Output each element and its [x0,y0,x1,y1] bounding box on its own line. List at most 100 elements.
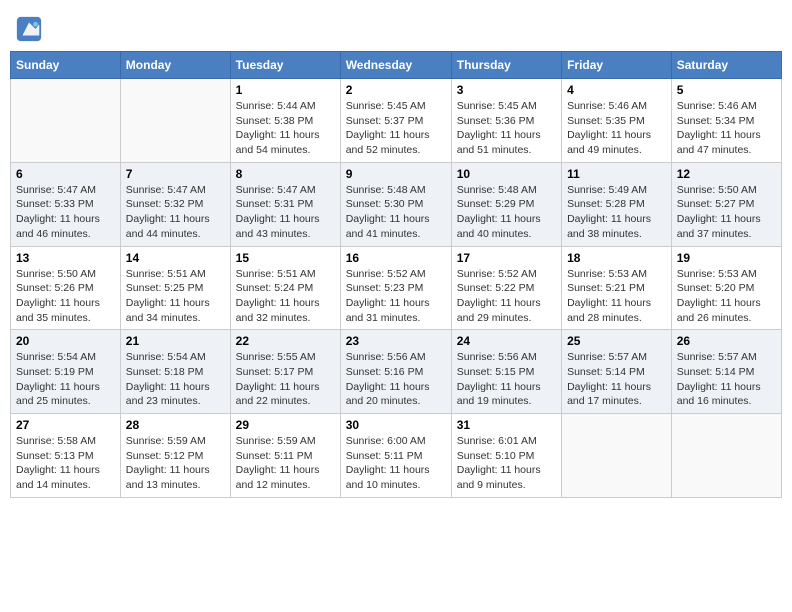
weekday-friday: Friday [562,52,672,79]
calendar-cell: 23 Sunrise: 5:56 AM Sunset: 5:16 PM Dayli… [340,330,451,414]
day-number: 21 [126,334,225,348]
weekday-sunday: Sunday [11,52,121,79]
calendar-cell: 26Sunrise: 5:57 AM Sunset: 5:14 PM Dayli… [671,330,781,414]
day-number: 13 [16,251,115,265]
calendar-table: SundayMondayTuesdayWednesdayThursdayFrid… [10,51,782,498]
calendar-cell: 19 Sunrise: 5:53 AM Sunset: 5:20 PM Dayli… [671,246,781,330]
calendar-cell: 2 Sunrise: 5:45 AM Sunset: 5:37 PM Daylig… [340,79,451,163]
day-info: Sunrise: 5:54 AM Sunset: 5:19 PM Dayligh… [16,350,115,409]
weekday-tuesday: Tuesday [230,52,340,79]
day-info: Sunrise: 5:55 AM Sunset: 5:17 PM Dayligh… [236,350,335,409]
day-number: 29 [236,418,335,432]
day-info: Sunrise: 5:50 AM Sunset: 5:27 PM Dayligh… [677,183,776,242]
calendar-cell [562,414,672,498]
day-info: Sunrise: 5:44 AM Sunset: 5:38 PM Dayligh… [236,99,335,158]
day-number: 11 [567,167,666,181]
day-number: 9 [346,167,446,181]
day-info: Sunrise: 5:52 AM Sunset: 5:23 PM Dayligh… [346,267,446,326]
day-info: Sunrise: 5:47 AM Sunset: 5:32 PM Dayligh… [126,183,225,242]
day-number: 10 [457,167,556,181]
calendar-cell: 14 Sunrise: 5:51 AM Sunset: 5:25 PM Dayli… [120,246,230,330]
calendar-cell: 6 Sunrise: 5:47 AM Sunset: 5:33 PM Daylig… [11,162,121,246]
day-number: 19 [677,251,776,265]
day-number: 2 [346,83,446,97]
week-row-1: 6 Sunrise: 5:47 AM Sunset: 5:33 PM Daylig… [11,162,782,246]
day-info: Sunrise: 6:01 AM Sunset: 5:10 PM Dayligh… [457,434,556,493]
logo-icon [15,15,43,43]
day-number: 25 [567,334,666,348]
weekday-thursday: Thursday [451,52,561,79]
week-row-3: 20Sunrise: 5:54 AM Sunset: 5:19 PM Dayli… [11,330,782,414]
week-row-2: 13 Sunrise: 5:50 AM Sunset: 5:26 PM Dayli… [11,246,782,330]
day-info: Sunrise: 5:47 AM Sunset: 5:31 PM Dayligh… [236,183,335,242]
day-info: Sunrise: 5:48 AM Sunset: 5:30 PM Dayligh… [346,183,446,242]
calendar-cell: 21 Sunrise: 5:54 AM Sunset: 5:18 PM Dayli… [120,330,230,414]
day-info: Sunrise: 5:59 AM Sunset: 5:12 PM Dayligh… [126,434,225,493]
calendar-cell: 12 Sunrise: 5:50 AM Sunset: 5:27 PM Dayli… [671,162,781,246]
day-number: 1 [236,83,335,97]
week-row-0: 1 Sunrise: 5:44 AM Sunset: 5:38 PM Daylig… [11,79,782,163]
day-number: 22 [236,334,335,348]
day-number: 8 [236,167,335,181]
calendar-cell: 18 Sunrise: 5:53 AM Sunset: 5:21 PM Dayli… [562,246,672,330]
day-info: Sunrise: 5:47 AM Sunset: 5:33 PM Dayligh… [16,183,115,242]
calendar-cell: 8 Sunrise: 5:47 AM Sunset: 5:31 PM Daylig… [230,162,340,246]
day-number: 7 [126,167,225,181]
day-number: 3 [457,83,556,97]
day-info: Sunrise: 6:00 AM Sunset: 5:11 PM Dayligh… [346,434,446,493]
calendar-cell: 16 Sunrise: 5:52 AM Sunset: 5:23 PM Dayli… [340,246,451,330]
page-header [10,10,782,43]
day-number: 17 [457,251,556,265]
day-number: 14 [126,251,225,265]
day-number: 6 [16,167,115,181]
day-number: 23 [346,334,446,348]
calendar-cell: 11 Sunrise: 5:49 AM Sunset: 5:28 PM Dayli… [562,162,672,246]
weekday-wednesday: Wednesday [340,52,451,79]
day-info: Sunrise: 5:50 AM Sunset: 5:26 PM Dayligh… [16,267,115,326]
calendar-cell: 31 Sunrise: 6:01 AM Sunset: 5:10 PM Dayli… [451,414,561,498]
calendar-cell: 17 Sunrise: 5:52 AM Sunset: 5:22 PM Dayli… [451,246,561,330]
calendar-cell: 5 Sunrise: 5:46 AM Sunset: 5:34 PM Daylig… [671,79,781,163]
weekday-saturday: Saturday [671,52,781,79]
calendar-body: 1 Sunrise: 5:44 AM Sunset: 5:38 PM Daylig… [11,79,782,498]
day-info: Sunrise: 5:56 AM Sunset: 5:15 PM Dayligh… [457,350,556,409]
calendar-cell: 4Sunrise: 5:46 AM Sunset: 5:35 PM Daylig… [562,79,672,163]
calendar-cell: 28 Sunrise: 5:59 AM Sunset: 5:12 PM Dayli… [120,414,230,498]
calendar-cell: 30 Sunrise: 6:00 AM Sunset: 5:11 PM Dayli… [340,414,451,498]
day-number: 5 [677,83,776,97]
calendar-cell [671,414,781,498]
day-number: 31 [457,418,556,432]
day-number: 16 [346,251,446,265]
day-number: 12 [677,167,776,181]
calendar-cell: 13 Sunrise: 5:50 AM Sunset: 5:26 PM Dayli… [11,246,121,330]
calendar-cell: 29Sunrise: 5:59 AM Sunset: 5:11 PM Dayli… [230,414,340,498]
calendar-cell: 24 Sunrise: 5:56 AM Sunset: 5:15 PM Dayli… [451,330,561,414]
day-info: Sunrise: 5:54 AM Sunset: 5:18 PM Dayligh… [126,350,225,409]
day-info: Sunrise: 5:48 AM Sunset: 5:29 PM Dayligh… [457,183,556,242]
weekday-header-row: SundayMondayTuesdayWednesdayThursdayFrid… [11,52,782,79]
day-number: 27 [16,418,115,432]
calendar-cell: 15Sunrise: 5:51 AM Sunset: 5:24 PM Dayli… [230,246,340,330]
day-info: Sunrise: 5:58 AM Sunset: 5:13 PM Dayligh… [16,434,115,493]
day-info: Sunrise: 5:46 AM Sunset: 5:34 PM Dayligh… [677,99,776,158]
day-info: Sunrise: 5:51 AM Sunset: 5:24 PM Dayligh… [236,267,335,326]
day-number: 24 [457,334,556,348]
day-number: 30 [346,418,446,432]
calendar-cell: 9 Sunrise: 5:48 AM Sunset: 5:30 PM Daylig… [340,162,451,246]
day-number: 4 [567,83,666,97]
day-info: Sunrise: 5:51 AM Sunset: 5:25 PM Dayligh… [126,267,225,326]
day-info: Sunrise: 5:45 AM Sunset: 5:37 PM Dayligh… [346,99,446,158]
calendar-cell [11,79,121,163]
day-info: Sunrise: 5:53 AM Sunset: 5:21 PM Dayligh… [567,267,666,326]
day-number: 18 [567,251,666,265]
day-info: Sunrise: 5:49 AM Sunset: 5:28 PM Dayligh… [567,183,666,242]
day-info: Sunrise: 5:56 AM Sunset: 5:16 PM Dayligh… [346,350,446,409]
day-info: Sunrise: 5:53 AM Sunset: 5:20 PM Dayligh… [677,267,776,326]
logo [15,15,45,43]
week-row-4: 27 Sunrise: 5:58 AM Sunset: 5:13 PM Dayli… [11,414,782,498]
day-info: Sunrise: 5:57 AM Sunset: 5:14 PM Dayligh… [567,350,666,409]
day-info: Sunrise: 5:52 AM Sunset: 5:22 PM Dayligh… [457,267,556,326]
calendar-cell: 10 Sunrise: 5:48 AM Sunset: 5:29 PM Dayli… [451,162,561,246]
calendar-cell: 22 Sunrise: 5:55 AM Sunset: 5:17 PM Dayli… [230,330,340,414]
day-number: 28 [126,418,225,432]
